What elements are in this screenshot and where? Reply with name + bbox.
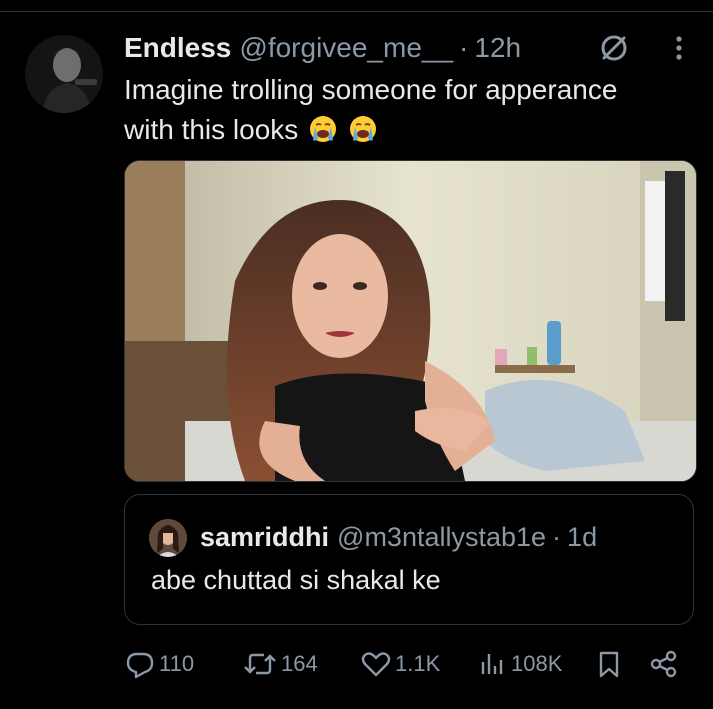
reply-count: 110 [159,651,195,676]
quote-header: samriddhi @m3ntallystab1e · 1d [200,517,597,557]
repost-count: 164 [281,651,318,676]
separator-dot: · [552,521,562,552]
divider [0,11,713,12]
loudly-crying-face-icon [348,114,378,144]
muted-circle-icon[interactable] [596,30,632,66]
quoted-tweet[interactable]: samriddhi @m3ntallystab1e · 1d abe chutt… [124,494,694,625]
author-handle[interactable]: @forgivee_me__ [239,32,453,64]
tweet-action-bar: 110 164 1.1K 108K [124,642,694,686]
share-icon [650,650,677,678]
author-avatar[interactable] [25,35,103,113]
analytics-bar-icon [481,654,503,674]
tweet-text: Imagine trolling someone for apperance w… [124,70,694,150]
quote-author-display-name[interactable]: samriddhi [200,522,329,553]
separator-dot: · [459,32,469,63]
photo-image [125,161,696,481]
repost-button[interactable]: 164 [242,642,318,686]
repost-icon [244,653,276,675]
heart-icon [361,652,391,677]
quote-author-handle[interactable]: @m3ntallystab1e [337,522,546,553]
tweet-text-line-2: with this looks [124,114,299,145]
tweet-timestamp[interactable]: 12h [474,32,521,64]
like-count: 1.1K [395,651,441,676]
quote-text: abe chuttad si shakal ke [151,565,441,595]
tweet-text-line-1: Imagine trolling someone for apperance [124,74,618,105]
like-button[interactable]: 1.1K [360,642,440,686]
tweet-page: Endless @forgivee_me__ · 12h Imagine tro… [0,0,713,709]
reply-button[interactable]: 110 [124,642,194,686]
avatar-photo-icon [149,519,187,557]
tweet-media-photo[interactable] [124,160,697,482]
share-button[interactable] [648,642,680,686]
reply-icon [126,652,154,679]
quote-timestamp[interactable]: 1d [567,522,597,553]
bookmark-icon [599,651,619,678]
tweet-header: Endless @forgivee_me__ · 12h [124,28,521,68]
loudly-crying-face-icon [308,114,338,144]
more-options-icon[interactable] [664,30,694,66]
views-button[interactable]: 108K [478,642,562,686]
bookmark-button[interactable] [594,642,624,686]
quote-author-avatar[interactable] [149,519,187,557]
author-display-name[interactable]: Endless [124,32,231,64]
view-count: 108K [511,651,563,676]
avatar-photo-icon [25,35,103,113]
